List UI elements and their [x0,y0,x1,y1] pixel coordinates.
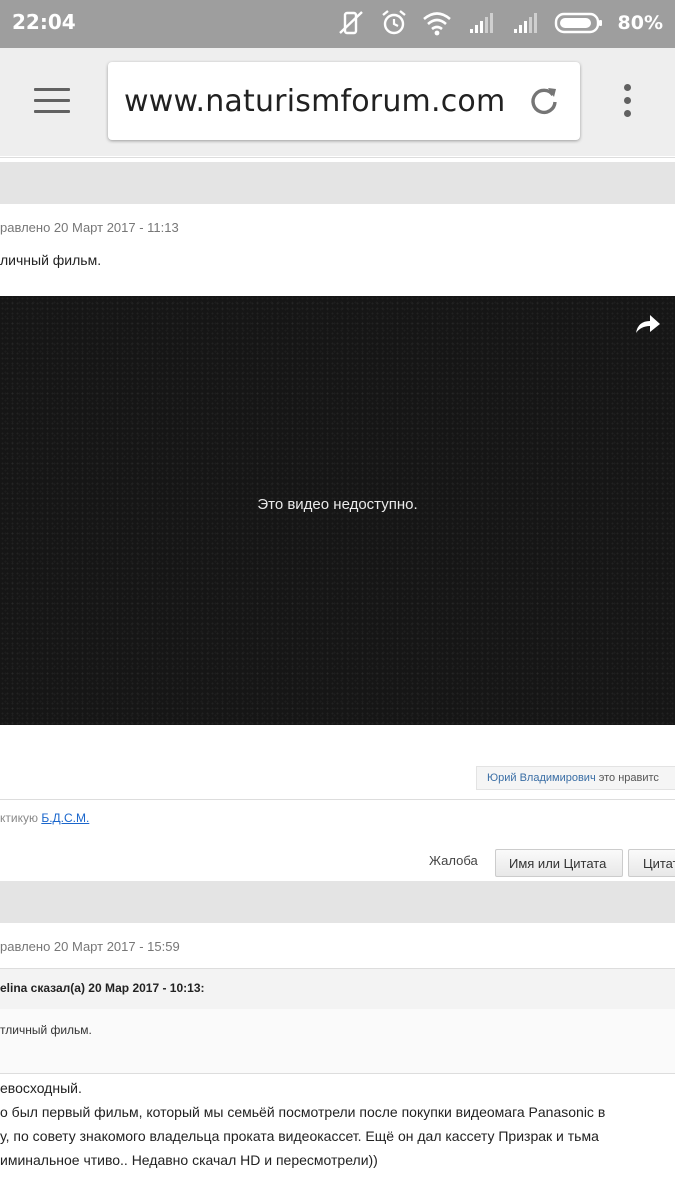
divider [0,157,675,158]
menu-icon[interactable] [34,88,70,114]
quote-author: elina сказал(а) 20 Мар 2017 - 10:13: [0,981,205,995]
like-user-link[interactable]: Юрий Владимирович [487,772,596,784]
post-text: личный фильм. [0,252,102,268]
divider [0,799,675,800]
signature-link[interactable]: Б.Д.С.М. [41,811,89,825]
likes-bar: Юрий Владимирович это нравитс [476,766,675,790]
wifi-icon [422,12,451,36]
post-edited-info: равлено 20 Март 2017 - 11:13 [0,220,179,235]
post-edited-info: равлено 20 Март 2017 - 15:59 [0,939,180,954]
post-text-block: евосходный. о был первый фильм, который … [0,1076,675,1172]
like-suffix: это нравитс [595,772,659,784]
video-unavailable-message: Это видео недоступно. [257,496,418,513]
quote-header: elina сказал(а) 20 Мар 2017 - 10:13: [0,968,675,1010]
more-vert-icon[interactable] [624,84,634,120]
post-header-bar [0,881,675,923]
status-time: 22:04 [12,10,76,34]
multiquote-button[interactable]: Имя или Цитата [495,849,623,877]
post-line: евосходный. [0,1080,82,1096]
quote-text: тличный фильм. [0,1023,92,1037]
post-header-bar [0,162,675,204]
signal-icon [469,13,493,33]
share-icon[interactable] [632,312,662,336]
status-icons: 80% [336,9,663,37]
quote-button[interactable]: Цитат [628,849,675,877]
post-line: о был первый фильм, который мы семьёй по… [0,1104,606,1120]
url-bar[interactable]: www.naturismforum.com [108,62,580,140]
quote-body: тличный фильм. [0,1009,675,1074]
alarm-icon [381,10,406,35]
report-link[interactable]: Жалоба [429,853,478,868]
browser-toolbar: www.naturismforum.com [0,48,675,156]
reload-icon[interactable] [528,84,560,116]
battery-percent: 80% [617,12,663,34]
mute-vibrate-icon [338,11,363,35]
post-line: иминальное чтиво.. Недавно скачал HD и п… [0,1152,378,1168]
status-bar: 22:04 80% [0,0,675,48]
signal-icon [513,13,537,33]
signature-text: ктикую [0,811,42,825]
url-text[interactable]: www.naturismforum.com [124,84,505,119]
video-embed[interactable]: Это видео недоступно. [0,296,675,725]
post-line: у, по совету знакомого владельца проката… [0,1128,599,1144]
signature: ктикую Б.Д.С.М. [0,811,89,825]
battery-icon [554,12,602,34]
